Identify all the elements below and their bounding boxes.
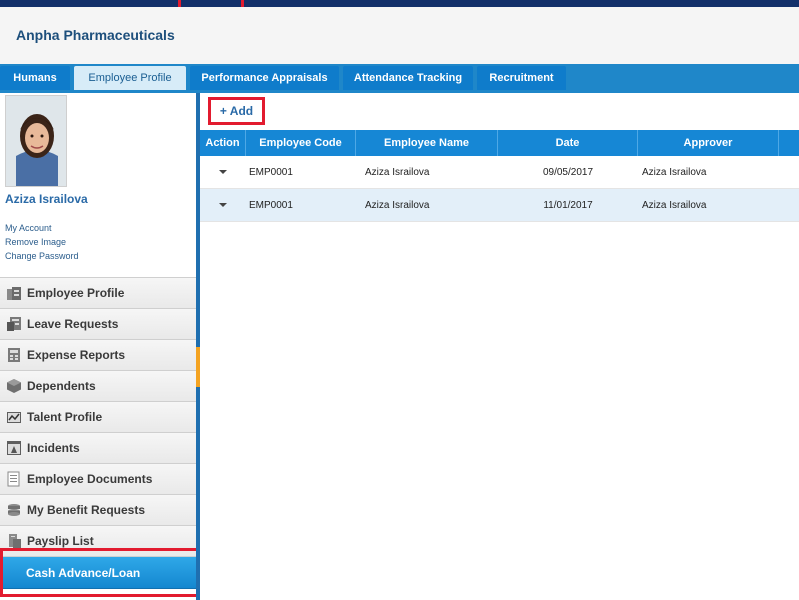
tab-attendance-tracking[interactable]: Attendance Tracking <box>343 66 473 90</box>
add-button[interactable]: + Add <box>208 97 265 125</box>
avatar[interactable] <box>5 95 67 187</box>
column-header-employee-name[interactable]: Employee Name <box>356 130 498 156</box>
remove-image-link[interactable]: Remove Image <box>5 237 66 247</box>
sidebar-item-leave-requests[interactable]: Leave Requests <box>0 309 196 340</box>
cell-approver: Aziza Israilova <box>642 166 707 178</box>
sidebar-item-label: My Benefit Requests <box>27 503 146 517</box>
employee-documents-icon <box>4 469 24 489</box>
row-action-cell[interactable] <box>200 189 246 221</box>
app-title: Anpha Pharmaceuticals <box>16 27 175 43</box>
benefit-requests-icon <box>4 500 24 520</box>
grid-header: Action Employee Code Employee Name Date … <box>200 130 799 156</box>
sidebar-item-label: Employee Documents <box>27 472 153 486</box>
cell-employee-code: EMP0001 <box>249 166 293 178</box>
employee-profile-icon <box>4 283 24 303</box>
sidebar-item-label: Leave Requests <box>27 317 119 331</box>
incidents-icon <box>4 438 24 458</box>
table-row[interactable]: EMP0001 Aziza Israilova 11/01/2017 Aziza… <box>200 189 799 222</box>
sidebar-item-label: Expense Reports <box>27 348 126 362</box>
tab-humans[interactable]: Humans <box>0 66 70 90</box>
sidebar-item-employee-documents[interactable]: Employee Documents <box>0 464 196 495</box>
column-header-employee-code[interactable]: Employee Code <box>246 130 356 156</box>
sidebar-item-employee-profile[interactable]: Employee Profile <box>0 278 196 309</box>
expense-reports-icon <box>4 345 24 365</box>
my-account-link[interactable]: My Account <box>5 223 52 233</box>
sidebar-item-my-benefit-requests[interactable]: My Benefit Requests <box>0 495 196 526</box>
cell-date: 09/05/2017 <box>542 166 594 178</box>
column-header-action[interactable]: Action <box>200 130 246 156</box>
cell-employee-code: EMP0001 <box>249 199 293 211</box>
tab-bar: Humans Employee Profile Performance Appr… <box>0 64 799 90</box>
main-content: + Add Action Employee Code Employee Name… <box>200 93 799 600</box>
sidebar-item-talent-profile[interactable]: Talent Profile <box>0 402 196 433</box>
change-password-link[interactable]: Change Password <box>5 251 79 261</box>
chevron-down-icon[interactable] <box>219 203 227 207</box>
column-header-date[interactable]: Date <box>498 130 638 156</box>
sidebar-item-incidents[interactable]: Incidents <box>0 433 196 464</box>
user-name: Aziza Israilova <box>5 192 88 206</box>
selected-item-highlight-box <box>0 548 209 597</box>
column-header-approver[interactable]: Approver <box>638 130 779 156</box>
dependents-icon <box>4 376 24 396</box>
cell-approver: Aziza Israilova <box>642 199 707 211</box>
sidebar-item-label: Dependents <box>27 379 96 393</box>
sidebar-item-dependents[interactable]: Dependents <box>0 371 196 402</box>
top-bar <box>0 0 799 7</box>
table-row[interactable]: EMP0001 Aziza Israilova 09/05/2017 Aziza… <box>200 156 799 189</box>
sidebar-item-label: Incidents <box>27 441 80 455</box>
sidebar-item-label: Talent Profile <box>27 410 103 424</box>
column-header-spacer <box>779 130 799 156</box>
chevron-down-icon[interactable] <box>219 170 227 174</box>
cell-employee-name: Aziza Israilova <box>365 199 430 211</box>
tab-performance-appraisals[interactable]: Performance Appraisals <box>190 66 339 90</box>
sidebar-item-label: Payslip List <box>27 534 94 548</box>
app-header: Anpha Pharmaceuticals <box>0 7 799 64</box>
tab-employee-profile[interactable]: Employee Profile <box>74 66 186 90</box>
tab-recruitment[interactable]: Recruitment <box>477 66 566 90</box>
cell-date: 11/01/2017 <box>543 199 593 211</box>
cell-employee-name: Aziza Israilova <box>365 166 430 178</box>
row-action-cell[interactable] <box>200 156 246 188</box>
leave-requests-icon <box>4 314 24 334</box>
sidebar: Aziza Israilova My Account Remove Image … <box>0 93 196 600</box>
sidebar-item-label: Employee Profile <box>27 286 125 300</box>
grid-toolbar: + Add <box>200 93 799 129</box>
talent-profile-icon <box>4 407 24 427</box>
sidebar-item-expense-reports[interactable]: Expense Reports <box>0 340 196 371</box>
